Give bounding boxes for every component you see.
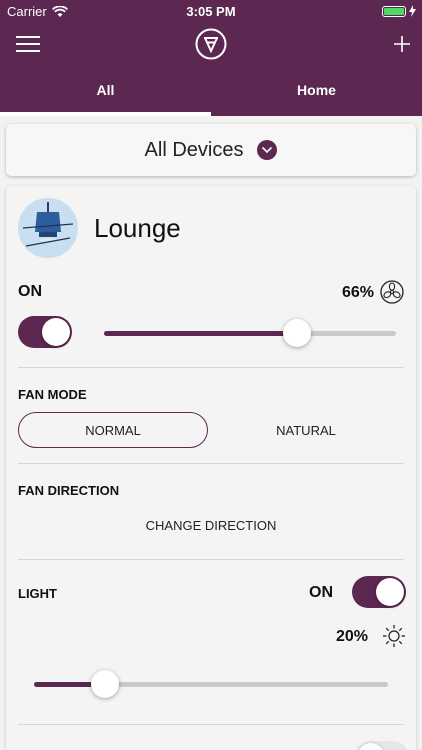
change-direction-button[interactable]: CHANGE DIRECTION	[6, 518, 416, 533]
light-brightness-percent: 20%	[336, 628, 369, 645]
status-time: 3:05 PM	[186, 4, 236, 19]
device-avatar	[18, 198, 78, 258]
fan-mode-natural-button[interactable]: NATURAL	[211, 412, 401, 448]
header: Carrier 3:05 PM All Home	[0, 0, 422, 116]
fan-speed-percent: 66%	[341, 284, 374, 301]
menu-button[interactable]	[16, 36, 40, 54]
battery-icon	[382, 5, 416, 17]
divider	[18, 463, 404, 464]
app-screen: Carrier 3:05 PM All Home All Devices Lou…	[0, 0, 422, 750]
status-bar: Carrier 3:05 PM	[0, 0, 422, 22]
next-toggle-knob	[357, 743, 385, 750]
power-toggle-knob	[42, 318, 70, 346]
fan-speed-fill	[104, 331, 297, 336]
divider	[18, 724, 404, 725]
next-toggle[interactable]	[355, 741, 409, 750]
fan-speed-slider[interactable]	[104, 317, 396, 349]
menu-icon-line	[16, 36, 40, 38]
ceiling-fan-image	[22, 202, 74, 247]
fan-direction-title: FAN DIRECTION	[18, 483, 120, 498]
power-toggle[interactable]	[18, 316, 72, 348]
plus-icon[interactable]	[392, 34, 412, 54]
charging-icon	[409, 5, 416, 17]
fan-icon	[380, 280, 404, 304]
light-toggle-knob	[376, 578, 404, 606]
light-state-label: ON	[309, 584, 333, 601]
tab-bar: All Home	[0, 70, 422, 116]
tab-all[interactable]: All	[0, 70, 211, 116]
device-card: Lounge ON 66% FAN MODE NORMAL NATURAL FA…	[6, 186, 416, 750]
light-title: LIGHT	[18, 586, 57, 601]
fan-mode-normal-button[interactable]: NORMAL	[18, 412, 208, 448]
device-filter-dropdown[interactable]: All Devices	[6, 124, 416, 176]
fan-mode-title: FAN MODE	[18, 387, 87, 402]
power-label: ON	[18, 283, 42, 300]
sun-icon	[383, 625, 405, 647]
device-name: Lounge	[94, 213, 181, 243]
chevron-down-icon	[257, 140, 278, 160]
divider	[18, 559, 404, 560]
tab-home[interactable]: Home	[211, 70, 422, 116]
divider	[18, 367, 404, 368]
fan-speed-thumb[interactable]	[282, 319, 311, 347]
device-filter-label: All Devices	[144, 138, 244, 161]
light-toggle[interactable]	[352, 576, 406, 608]
light-brightness-slider[interactable]	[34, 668, 388, 700]
logo-icon	[195, 28, 227, 60]
light-brightness-thumb[interactable]	[90, 670, 119, 698]
